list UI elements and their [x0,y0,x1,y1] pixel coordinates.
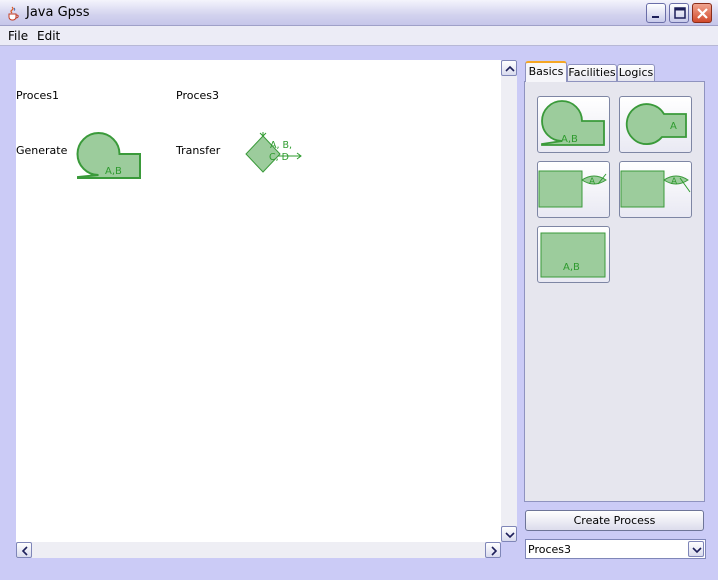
chevron-left-icon [21,546,28,556]
palette-terminate-button[interactable]: A [619,96,692,153]
palette-terminate-label: A [670,121,677,132]
palette-generate-label: A,B [561,134,578,145]
assign-block-icon: A,B [540,232,606,278]
minimize-button[interactable] [646,3,666,23]
palette-generate-button[interactable]: A,B [537,96,610,153]
close-button[interactable] [692,3,712,23]
horizontal-scrollbar[interactable] [16,542,501,558]
scroll-right-button[interactable] [485,542,501,558]
transfer-block[interactable]: A, B, C, D [244,132,310,178]
palette-assign-label: A,B [563,262,580,273]
block-type-label: Generate [16,144,68,157]
java-cup-icon [5,5,21,21]
palette-split-button[interactable]: A [619,161,692,218]
process-name-label: Proces1 [16,89,59,102]
process-select[interactable]: Proces3 [525,539,706,559]
terminate-block-icon: A [625,103,687,145]
palette-advance-button[interactable]: A [537,161,610,218]
transfer-block-icon: A, B, C, D [245,132,302,173]
vertical-scrollbar[interactable] [501,60,517,542]
palette-split-label: A [671,177,678,187]
tab-basics[interactable]: Basics [525,61,567,82]
title-bar[interactable]: Java Gpss [0,0,718,26]
tab-logics[interactable]: Logics [617,64,655,82]
menu-file[interactable]: File [8,29,28,43]
advance-block-icon: A [538,170,607,208]
chevron-down-icon [505,532,515,539]
process-name-label: Proces3 [176,89,219,102]
palette-assign-button[interactable]: A,B [537,226,610,283]
chevron-down-icon [692,547,702,554]
scroll-up-button[interactable] [501,60,517,76]
block-type-label: Transfer [176,144,221,157]
process-select-value: Proces3 [528,543,571,556]
menu-bar: File Edit [0,26,718,46]
chevron-right-icon [491,546,498,556]
generate-block[interactable]: A,B [76,131,144,181]
generate-block-label: A,B [105,166,122,177]
window-title: Java Gpss [26,5,90,20]
block-palette: Basics Facilities Logics A,B A A A A,B [523,60,706,503]
process-canvas[interactable]: Proces1 Generate A,B Proces3 Transfer A,… [16,60,501,542]
scroll-corner [501,542,517,558]
menu-edit[interactable]: Edit [37,29,60,43]
transfer-block-label-line2: C, D [269,152,289,163]
scroll-left-button[interactable] [16,542,32,558]
generate-block-icon: A,B [541,100,605,146]
create-process-button[interactable]: Create Process [525,510,704,531]
palette-advance-label: A [589,177,596,187]
process-select-toggle[interactable] [688,541,704,557]
app-window: Java Gpss File Edit Proces1 Generate A,B… [0,0,718,580]
basics-panel: A,B A A A A,B [524,81,705,502]
transfer-block-label-line1: A, B, [270,140,292,151]
generate-block-icon: A,B [76,132,141,179]
split-block-icon: A [620,170,691,208]
tab-facilities[interactable]: Facilities [567,64,617,82]
scroll-down-button[interactable] [501,526,517,542]
maximize-button[interactable] [669,3,689,23]
chevron-up-icon [505,65,515,72]
